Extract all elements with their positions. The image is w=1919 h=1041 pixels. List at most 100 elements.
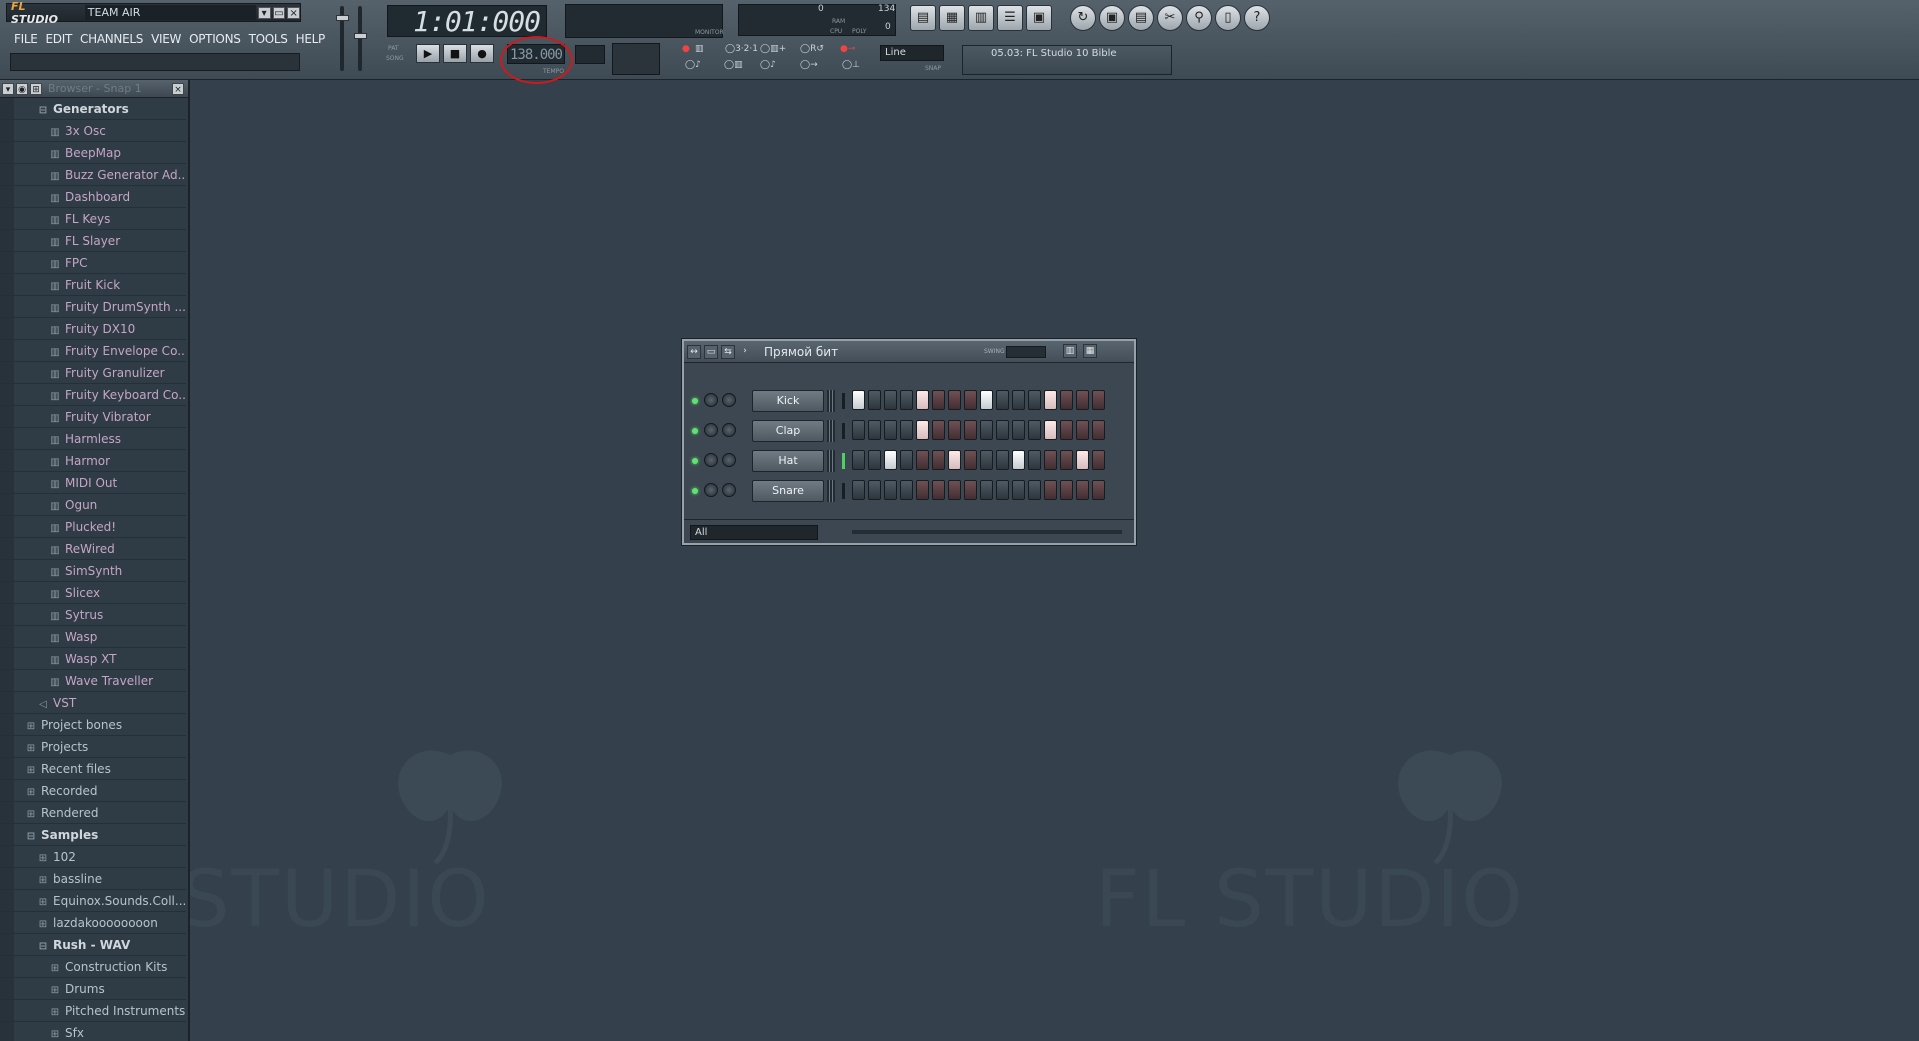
browser-options-icon[interactable]: ◉ bbox=[16, 82, 28, 95]
countdown-icon[interactable]: ◯3·2·1 bbox=[725, 44, 758, 54]
browser-item[interactable]: ⊟ Generators bbox=[0, 98, 186, 120]
magnifier-icon[interactable]: ⚲ bbox=[1186, 5, 1212, 31]
browser-item[interactable]: ⊞ Projects bbox=[0, 736, 186, 758]
record-option-icon[interactable]: ● bbox=[682, 44, 690, 54]
close-button[interactable]: × bbox=[287, 6, 301, 19]
step-button[interactable] bbox=[884, 420, 897, 440]
step-button[interactable] bbox=[1012, 420, 1025, 440]
step-button[interactable] bbox=[1092, 390, 1105, 410]
minimize-button[interactable]: ▾ bbox=[257, 6, 271, 19]
piano-roll-icon[interactable]: ▥ bbox=[968, 5, 994, 31]
browser-item[interactable]: ⊞ 102 bbox=[0, 846, 186, 868]
typing-keyboard-icon[interactable]: ●⊸ bbox=[840, 44, 855, 54]
menu-channels[interactable]: CHANNELS bbox=[76, 30, 147, 48]
keyboard-editor-icon[interactable]: ▦ bbox=[1083, 344, 1097, 358]
loop-record-icon[interactable]: ◯R↺ bbox=[800, 44, 824, 54]
browser-item[interactable]: ▥ FL Keys bbox=[0, 208, 186, 230]
menu-help[interactable]: HELP bbox=[292, 30, 329, 48]
browser-item[interactable]: ▥ Fruity Vibrator bbox=[0, 406, 186, 428]
browser-item[interactable]: ▥ Wasp bbox=[0, 626, 186, 648]
channel-mute-led[interactable] bbox=[692, 398, 698, 404]
browser-item[interactable]: ⊞ Construction Kits bbox=[0, 956, 186, 978]
browser-item[interactable]: ▥ Harmless bbox=[0, 428, 186, 450]
render-icon[interactable]: ▤ bbox=[1128, 5, 1154, 31]
browser-item[interactable]: ▥ Fruity DrumSynth ... bbox=[0, 296, 186, 318]
step-edit-icon[interactable]: ◯▥+ bbox=[760, 44, 786, 54]
browser-item[interactable]: ▥ FPC bbox=[0, 252, 186, 274]
menu-file[interactable]: FILE bbox=[10, 30, 42, 48]
sequencer-titlebar[interactable]: ↔ ▭ ⇆ › Прямой бит SWING ▥ ▦ bbox=[684, 341, 1134, 363]
step-button[interactable] bbox=[1060, 480, 1073, 500]
metronome-icon[interactable]: ▥ bbox=[695, 44, 704, 54]
channel-pan-knob[interactable] bbox=[704, 483, 718, 497]
step-button[interactable] bbox=[932, 450, 945, 470]
browser-item[interactable]: ⊞ bassline bbox=[0, 868, 186, 890]
browser-item[interactable]: ▥ Wasp XT bbox=[0, 648, 186, 670]
step-button[interactable] bbox=[884, 390, 897, 410]
channel-button[interactable]: Kick bbox=[752, 390, 824, 412]
channel-mute-led[interactable] bbox=[692, 428, 698, 434]
browser-item[interactable]: ▥ FL Slayer bbox=[0, 230, 186, 252]
blend-notes-icon[interactable]: ◯▥ bbox=[724, 60, 743, 70]
song-title-select[interactable]: 05.03: FL Studio 10 Bible bbox=[962, 45, 1172, 75]
browser-item[interactable]: ▥ Harmor bbox=[0, 450, 186, 472]
snap-mode-select[interactable]: Line bbox=[880, 45, 944, 61]
master-pitch-slider[interactable] bbox=[354, 33, 367, 39]
step-button[interactable] bbox=[1060, 450, 1073, 470]
step-button[interactable] bbox=[980, 390, 993, 410]
channel-volume-knob[interactable] bbox=[722, 483, 736, 497]
step-button[interactable] bbox=[1028, 390, 1041, 410]
step-button[interactable] bbox=[868, 390, 881, 410]
browser-item[interactable]: ▥ Slicex bbox=[0, 582, 186, 604]
graph-editor-icon[interactable]: ▥ bbox=[1063, 344, 1077, 358]
browser-item[interactable]: ⊞ Pitched Instruments bbox=[0, 1000, 186, 1022]
step-button[interactable] bbox=[948, 450, 961, 470]
browser-item[interactable]: ▥ Wave Traveller bbox=[0, 670, 186, 692]
channel-volume-knob[interactable] bbox=[722, 423, 736, 437]
step-button[interactable] bbox=[932, 420, 945, 440]
channel-button[interactable]: Clap bbox=[752, 420, 824, 442]
step-button[interactable] bbox=[884, 450, 897, 470]
channel-pan-knob[interactable] bbox=[704, 453, 718, 467]
step-button[interactable] bbox=[1076, 480, 1089, 500]
pattern-grid[interactable] bbox=[612, 43, 660, 75]
scroll-icon[interactable]: ◯→ bbox=[800, 60, 818, 70]
play-button[interactable]: ▶ bbox=[416, 44, 440, 63]
swing-slider[interactable] bbox=[1006, 346, 1046, 358]
playlist-icon[interactable]: ▤ bbox=[910, 5, 936, 31]
browser-item[interactable]: ▥ Ogun bbox=[0, 494, 186, 516]
step-button[interactable] bbox=[1044, 480, 1057, 500]
step-button[interactable] bbox=[1028, 480, 1041, 500]
channel-volume-knob[interactable] bbox=[722, 393, 736, 407]
sequencer-keyboard-icon[interactable]: ⇆ bbox=[721, 344, 735, 359]
step-button[interactable] bbox=[1044, 390, 1057, 410]
step-button[interactable] bbox=[852, 390, 865, 410]
step-button[interactable] bbox=[980, 480, 993, 500]
step-button[interactable] bbox=[980, 420, 993, 440]
step-button[interactable] bbox=[916, 390, 929, 410]
restore-button[interactable]: ▭ bbox=[272, 6, 286, 19]
step-button[interactable] bbox=[1044, 450, 1057, 470]
channel-select-strip[interactable] bbox=[827, 450, 835, 472]
step-button[interactable] bbox=[1092, 420, 1105, 440]
step-button[interactable] bbox=[900, 480, 913, 500]
help-icon[interactable]: ? bbox=[1244, 5, 1270, 31]
browser-item[interactable]: ▥ Fruity Envelope Co... bbox=[0, 340, 186, 362]
channel-volume-knob[interactable] bbox=[722, 453, 736, 467]
menu-tools[interactable]: TOOLS bbox=[245, 30, 292, 48]
browser-icon[interactable]: ☰ bbox=[997, 5, 1023, 31]
pattern-name[interactable]: Прямой бит bbox=[764, 345, 838, 359]
browser-item[interactable]: ⊞ Sfx bbox=[0, 1022, 186, 1041]
browser-item[interactable]: ⊞ Project bones bbox=[0, 714, 186, 736]
step-button[interactable] bbox=[868, 420, 881, 440]
step-button[interactable] bbox=[1092, 480, 1105, 500]
step-button[interactable] bbox=[1076, 420, 1089, 440]
step-button[interactable] bbox=[996, 420, 1009, 440]
step-button[interactable] bbox=[932, 480, 945, 500]
step-button[interactable] bbox=[916, 480, 929, 500]
browser-item[interactable]: ▥ ReWired bbox=[0, 538, 186, 560]
punch-icon[interactable]: ◯⊥ bbox=[842, 60, 860, 70]
step-button[interactable] bbox=[980, 450, 993, 470]
step-button[interactable] bbox=[852, 450, 865, 470]
browser-item[interactable]: ⊟ Rush - WAV bbox=[0, 934, 186, 956]
